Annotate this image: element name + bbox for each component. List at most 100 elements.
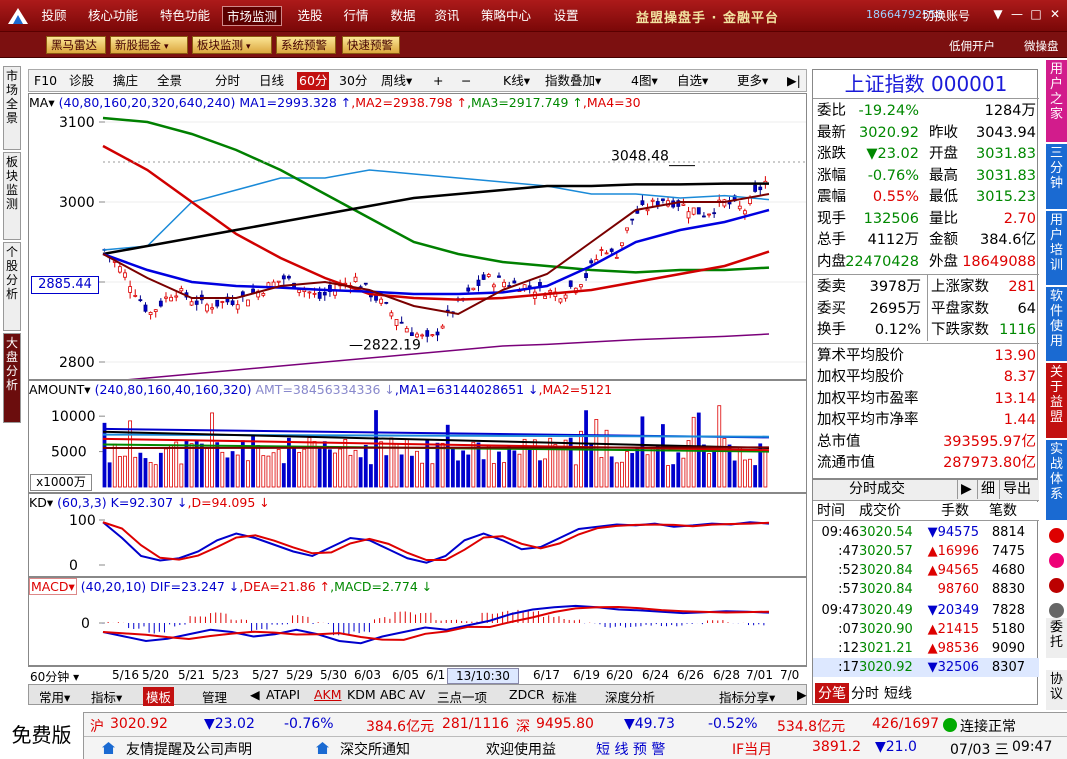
quote-label: 流通市值 — [817, 455, 875, 471]
menu-8[interactable]: 策略中心 — [473, 6, 539, 26]
amount-bar — [568, 437, 573, 488]
macd-panel[interactable]: MACD▾ (40,20,10) DIF=23.247 ↓,DEA=21.86 ↑,… — [28, 577, 807, 666]
chart-tool-5[interactable]: 日线 — [259, 72, 284, 90]
chart-tool-16[interactable]: ▶| — [787, 72, 801, 90]
bottom-tab-9[interactable]: AV — [409, 687, 425, 702]
side-link-1[interactable]: 三分钟 — [1046, 144, 1067, 209]
menu-0[interactable]: 投顾 — [33, 6, 75, 26]
status-notice2[interactable]: 深交所通知 — [340, 739, 410, 759]
quote-label: 昨收 — [929, 124, 958, 141]
menu-3[interactable]: 市场监测 — [222, 6, 282, 26]
bottom-tab-14[interactable]: 指标分享▾ — [719, 687, 775, 706]
chart-tool-9[interactable]: + — [433, 72, 443, 90]
weibo-icon[interactable] — [1049, 553, 1064, 568]
menu-7[interactable]: 资讯 — [427, 6, 467, 26]
bottom-tab-8[interactable]: ABC — [380, 687, 406, 702]
chart-tool-3[interactable]: 全景 — [157, 72, 182, 90]
ma-menu[interactable]: MA▾ — [29, 95, 55, 110]
chart-tool-14[interactable]: 自选▾ — [677, 72, 708, 90]
menu-dropdown-icon[interactable]: ▼ — [990, 4, 1006, 24]
left-tab-1[interactable]: 板块监测 — [3, 152, 21, 240]
kd-menu[interactable]: KD▾ — [29, 495, 53, 510]
status-alert[interactable]: 短 线 预 警 — [596, 739, 665, 759]
side-link-5[interactable]: 实战体系 — [1046, 440, 1067, 520]
bottom-tab-7[interactable]: KDM — [347, 687, 376, 702]
trades-btn-1[interactable]: 细 — [977, 480, 995, 499]
quote-label: 金额 — [929, 232, 958, 248]
bottom-tab-0[interactable]: 常用▾ — [39, 687, 70, 706]
micro-trade-link[interactable]: 微操盘 — [1024, 38, 1059, 54]
chart-tool-15[interactable]: 更多▾ — [737, 72, 768, 90]
menu-1[interactable]: 核心功能 — [80, 6, 146, 26]
bottom-tab-11[interactable]: ZDCR — [509, 687, 545, 702]
bell-icon[interactable] — [1049, 603, 1064, 618]
bottom-tab-2[interactable]: 模板 — [143, 687, 175, 706]
left-tab-3[interactable]: 大盘分析 — [3, 333, 21, 423]
kline-panel[interactable]: MA▾ (40,80,160,20,320,640,240) MA1=2993.32… — [28, 93, 807, 380]
bottom-tab-12[interactable]: 标准 — [552, 687, 577, 706]
qq-icon[interactable] — [1049, 578, 1064, 593]
chart-tool-1[interactable]: 诊股 — [69, 72, 94, 90]
amount-menu[interactable]: AMOUNT▾ — [29, 382, 91, 397]
quote-title[interactable]: 上证指数 000001 — [813, 70, 1039, 99]
quick-btn-3[interactable]: 系统预警 — [276, 36, 336, 54]
date-label: 5/27 — [252, 668, 279, 682]
switch-account-link[interactable]: 切换账号 — [922, 7, 970, 24]
open-account-link[interactable]: 低佣开户 — [949, 38, 995, 54]
menu-5[interactable]: 行情 — [336, 6, 376, 26]
bottom-tab-6[interactable]: AKM — [314, 687, 342, 702]
chart-tool-2[interactable]: 擒庄 — [113, 72, 138, 90]
chart-tool-4[interactable]: 分时 — [215, 72, 240, 90]
chart-tool-11[interactable]: K线▾ — [503, 72, 530, 90]
bottom-tab-13[interactable]: 深度分析 — [605, 687, 655, 706]
trades-btn-0[interactable]: ▶ — [957, 480, 972, 499]
bottom-tab-4[interactable]: ◀ — [250, 687, 260, 702]
kd-panel[interactable]: KD▾ (60,3,3) K=92.307 ↓,D=94.095 ↓ 100 0 — [28, 493, 807, 577]
close-icon[interactable]: ✕ — [1047, 4, 1063, 24]
trades-tab-0[interactable]: 分笔 — [815, 683, 849, 703]
status-notice1[interactable]: 友情提醒及公司声明 — [126, 739, 252, 759]
amount-panel[interactable]: AMOUNT▾ (240,80,160,40,160,320) AMT=384563… — [28, 380, 807, 493]
wechat-icon[interactable] — [1049, 528, 1064, 543]
quote-label: 平盘家数 — [931, 300, 989, 317]
candle — [425, 328, 430, 343]
side-link-4[interactable]: 关于益盟 — [1046, 363, 1067, 438]
chart-tool-10[interactable]: − — [461, 72, 471, 90]
side-link-3[interactable]: 软件使用 — [1046, 287, 1067, 361]
chart-tool-8[interactable]: 周线▾ — [381, 72, 412, 90]
bottom-tab-5[interactable]: ATAPI — [266, 687, 300, 702]
side-link-0[interactable]: 用户之家 — [1046, 60, 1067, 142]
menu-4[interactable]: 选股 — [290, 6, 330, 26]
quick-btn-4[interactable]: 快速预警 — [342, 36, 400, 54]
side-link-2[interactable]: 用户培训 — [1046, 211, 1067, 285]
bottom-tab-10[interactable]: 三点一项 — [437, 687, 487, 706]
minimize-icon[interactable]: — — [1009, 4, 1025, 24]
chart-tool-12[interactable]: 指数叠加▾ — [545, 72, 601, 90]
bottom-tab-15[interactable]: ▶ — [797, 687, 807, 702]
menu-9[interactable]: 设置 — [546, 6, 586, 26]
amount-bar — [271, 452, 276, 488]
chart-tool-7[interactable]: 30分 — [339, 72, 367, 90]
amount-bar — [625, 451, 629, 488]
side-action-0[interactable]: 委托 — [1046, 618, 1067, 658]
trades-btn-2[interactable]: 导出 — [999, 480, 1031, 499]
chart-tool-13[interactable]: 4图▾ — [631, 72, 658, 90]
left-tab-0[interactable]: 市场全景 — [3, 66, 21, 150]
quick-btn-2[interactable]: 板块监测 ▾ — [192, 36, 272, 54]
trades-tab-2[interactable]: 短线 — [881, 683, 915, 703]
menu-6[interactable]: 数据 — [383, 6, 423, 26]
period-selector[interactable]: 60分钟 ▾ — [30, 668, 79, 685]
date-label: 5/21 — [178, 668, 205, 682]
bottom-tab-1[interactable]: 指标▾ — [91, 687, 122, 706]
side-action-1[interactable]: 协议 — [1046, 670, 1067, 710]
macd-menu[interactable]: MACD▾ — [29, 578, 77, 595]
chart-tool-6[interactable]: 60分 — [297, 72, 330, 90]
left-tab-2[interactable]: 个股分析 — [3, 242, 21, 331]
trades-tab-1[interactable]: 分时 — [848, 683, 882, 703]
chart-tool-0[interactable]: F10 — [34, 72, 57, 90]
quick-btn-1[interactable]: 新股掘金 ▾ — [110, 36, 188, 54]
menu-2[interactable]: 特色功能 — [152, 6, 218, 26]
maximize-icon[interactable]: □ — [1028, 4, 1044, 24]
bottom-tab-3[interactable]: 管理 — [202, 687, 227, 706]
quick-btn-0[interactable]: 黑马雷达 — [46, 36, 106, 54]
